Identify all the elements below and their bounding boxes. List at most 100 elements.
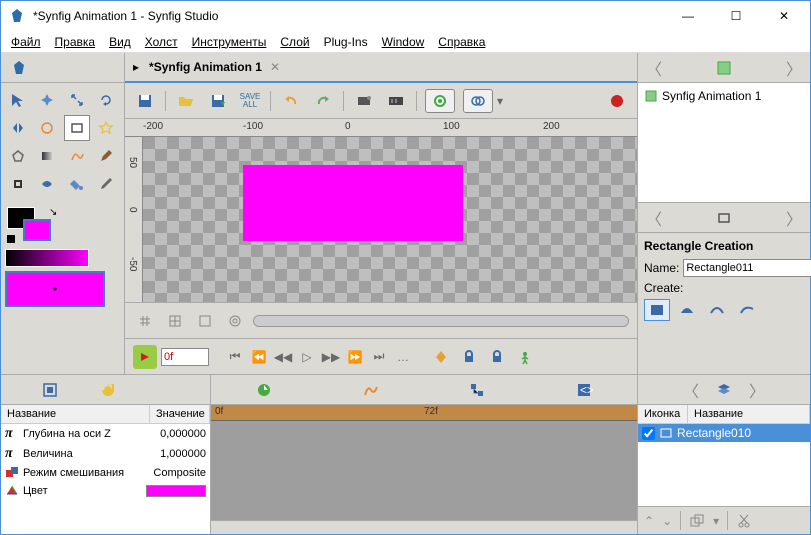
timeline-body[interactable]: 0f 72f: [211, 405, 637, 520]
tool-star[interactable]: [93, 115, 119, 141]
params-tab-icon[interactable]: [41, 381, 59, 399]
children-tab-icon[interactable]: [468, 381, 486, 399]
timeline-scrollbar[interactable]: [211, 520, 637, 534]
current-color-preview[interactable]: [5, 271, 105, 307]
document-tab[interactable]: *Synfig Animation 1: [149, 60, 262, 74]
nav-prev-icon[interactable]: 〈: [646, 206, 662, 230]
frame-input[interactable]: [161, 348, 209, 366]
default-colors-icon[interactable]: [7, 235, 15, 243]
show-guides-button[interactable]: [193, 309, 217, 333]
seek-end-button[interactable]: ⏭: [369, 347, 389, 367]
caret-icon[interactable]: ▸: [131, 58, 141, 76]
param-row[interactable]: π Глубина на оси Z 0,000000: [1, 424, 210, 444]
layer-visible-checkbox[interactable]: [642, 427, 655, 440]
col-icon[interactable]: Иконка: [638, 405, 688, 423]
nav-next-icon[interactable]: 〉: [749, 378, 765, 402]
menu-tools[interactable]: Инструменты: [186, 33, 273, 51]
layers-tab-icon[interactable]: [715, 381, 733, 399]
canvas-list-item[interactable]: Synfig Animation 1: [642, 87, 806, 105]
create-region-button[interactable]: [644, 299, 670, 321]
menu-file[interactable]: Файл: [5, 33, 47, 51]
canvas-list-icon[interactable]: [715, 59, 733, 77]
tool-transform[interactable]: [5, 87, 31, 113]
metadata-tab-icon[interactable]: <>: [575, 381, 593, 399]
tool-rectangle[interactable]: [64, 115, 90, 141]
seek-start-button[interactable]: ⏮: [225, 347, 245, 367]
menu-help[interactable]: Справка: [432, 33, 491, 51]
menu-layer[interactable]: Слой: [274, 33, 315, 51]
undo-button[interactable]: [279, 89, 303, 113]
col-name[interactable]: Название: [688, 405, 810, 423]
keyframe-lock-past[interactable]: [429, 345, 453, 369]
nav-prev-icon[interactable]: 〈: [646, 56, 662, 80]
layer-up-icon[interactable]: ⌃: [644, 514, 654, 528]
more-button[interactable]: …: [393, 347, 413, 367]
keyframe-lock-future[interactable]: [485, 345, 509, 369]
record-button[interactable]: [605, 89, 629, 113]
param-row[interactable]: π Величина 1,000000: [1, 444, 210, 464]
swap-colors-icon[interactable]: ↘: [49, 207, 57, 218]
nav-next-icon[interactable]: 〉: [786, 56, 802, 80]
prev-frame-button[interactable]: ◀◀: [273, 347, 293, 367]
tool-circle[interactable]: [34, 115, 60, 141]
onion-skin-button[interactable]: [463, 89, 493, 113]
redo-button[interactable]: [311, 89, 335, 113]
gradient-preview[interactable]: [5, 249, 89, 267]
create-plant-button[interactable]: [734, 299, 760, 321]
param-row[interactable]: Цвет: [1, 482, 210, 500]
tool-cutout[interactable]: [5, 171, 31, 197]
tool-smooth-move[interactable]: [34, 87, 60, 113]
animate-mode-icon[interactable]: [513, 345, 537, 369]
create-outline-button[interactable]: [674, 299, 700, 321]
tool-rotate[interactable]: [93, 87, 119, 113]
menu-edit[interactable]: Правка: [49, 33, 102, 51]
open-button[interactable]: [174, 89, 198, 113]
save-all-button[interactable]: SAVE ALL: [238, 89, 262, 113]
tool-width[interactable]: [34, 171, 60, 197]
create-advanced-outline-button[interactable]: [704, 299, 730, 321]
prev-keyframe-button[interactable]: ⏪: [249, 347, 269, 367]
onion-button[interactable]: [223, 309, 247, 333]
tool-spline[interactable]: [64, 143, 90, 169]
canvas-viewport[interactable]: [143, 137, 637, 302]
keyframe-lock-button[interactable]: [457, 345, 481, 369]
dropdown-icon[interactable]: ▾: [713, 514, 719, 528]
next-keyframe-button[interactable]: ⏩: [345, 347, 365, 367]
layer-group-icon[interactable]: [689, 513, 705, 529]
show-grid-button[interactable]: [163, 309, 187, 333]
fill-color[interactable]: [23, 219, 51, 241]
snap-grid-button[interactable]: [133, 309, 157, 333]
save-button[interactable]: [133, 89, 157, 113]
minimize-button[interactable]: —: [670, 4, 706, 28]
render-button[interactable]: [384, 89, 408, 113]
nav-prev-icon[interactable]: 〈: [683, 378, 699, 402]
col-value[interactable]: Значение: [150, 405, 210, 423]
tool-gradient[interactable]: [34, 143, 60, 169]
toolbox-tab[interactable]: [7, 56, 31, 80]
play-button[interactable]: ▷: [297, 347, 317, 367]
animate-toggle[interactable]: [133, 345, 157, 369]
nav-next-icon[interactable]: 〉: [786, 206, 802, 230]
timetrack-tab-icon[interactable]: [255, 381, 273, 399]
param-row[interactable]: Режим смешивания Composite: [1, 464, 210, 482]
keyframes-tab-icon[interactable]: [99, 381, 117, 399]
dropdown-icon[interactable]: ▾: [497, 94, 503, 108]
layer-cut-icon[interactable]: [736, 513, 752, 529]
save-as-button[interactable]: [206, 89, 230, 113]
layer-row[interactable]: Rectangle010: [638, 424, 810, 442]
menu-canvas[interactable]: Холст: [139, 33, 184, 51]
layer-down-icon[interactable]: ⌄: [662, 514, 672, 528]
tool-fill[interactable]: [64, 171, 90, 197]
next-frame-button[interactable]: ▶▶: [321, 347, 341, 367]
maximize-button[interactable]: ☐: [718, 4, 754, 28]
menu-plugins[interactable]: Plug-Ins: [318, 33, 374, 51]
tool-polygon[interactable]: [5, 143, 31, 169]
tool-draw[interactable]: [93, 143, 119, 169]
close-button[interactable]: ✕: [766, 4, 802, 28]
tool-scale[interactable]: [64, 87, 90, 113]
zoom-slider[interactable]: [253, 315, 629, 327]
menu-window[interactable]: Window: [376, 33, 431, 51]
preview-button[interactable]: [352, 89, 376, 113]
curves-tab-icon[interactable]: [362, 381, 380, 399]
rectangle-shape[interactable]: [243, 165, 463, 241]
